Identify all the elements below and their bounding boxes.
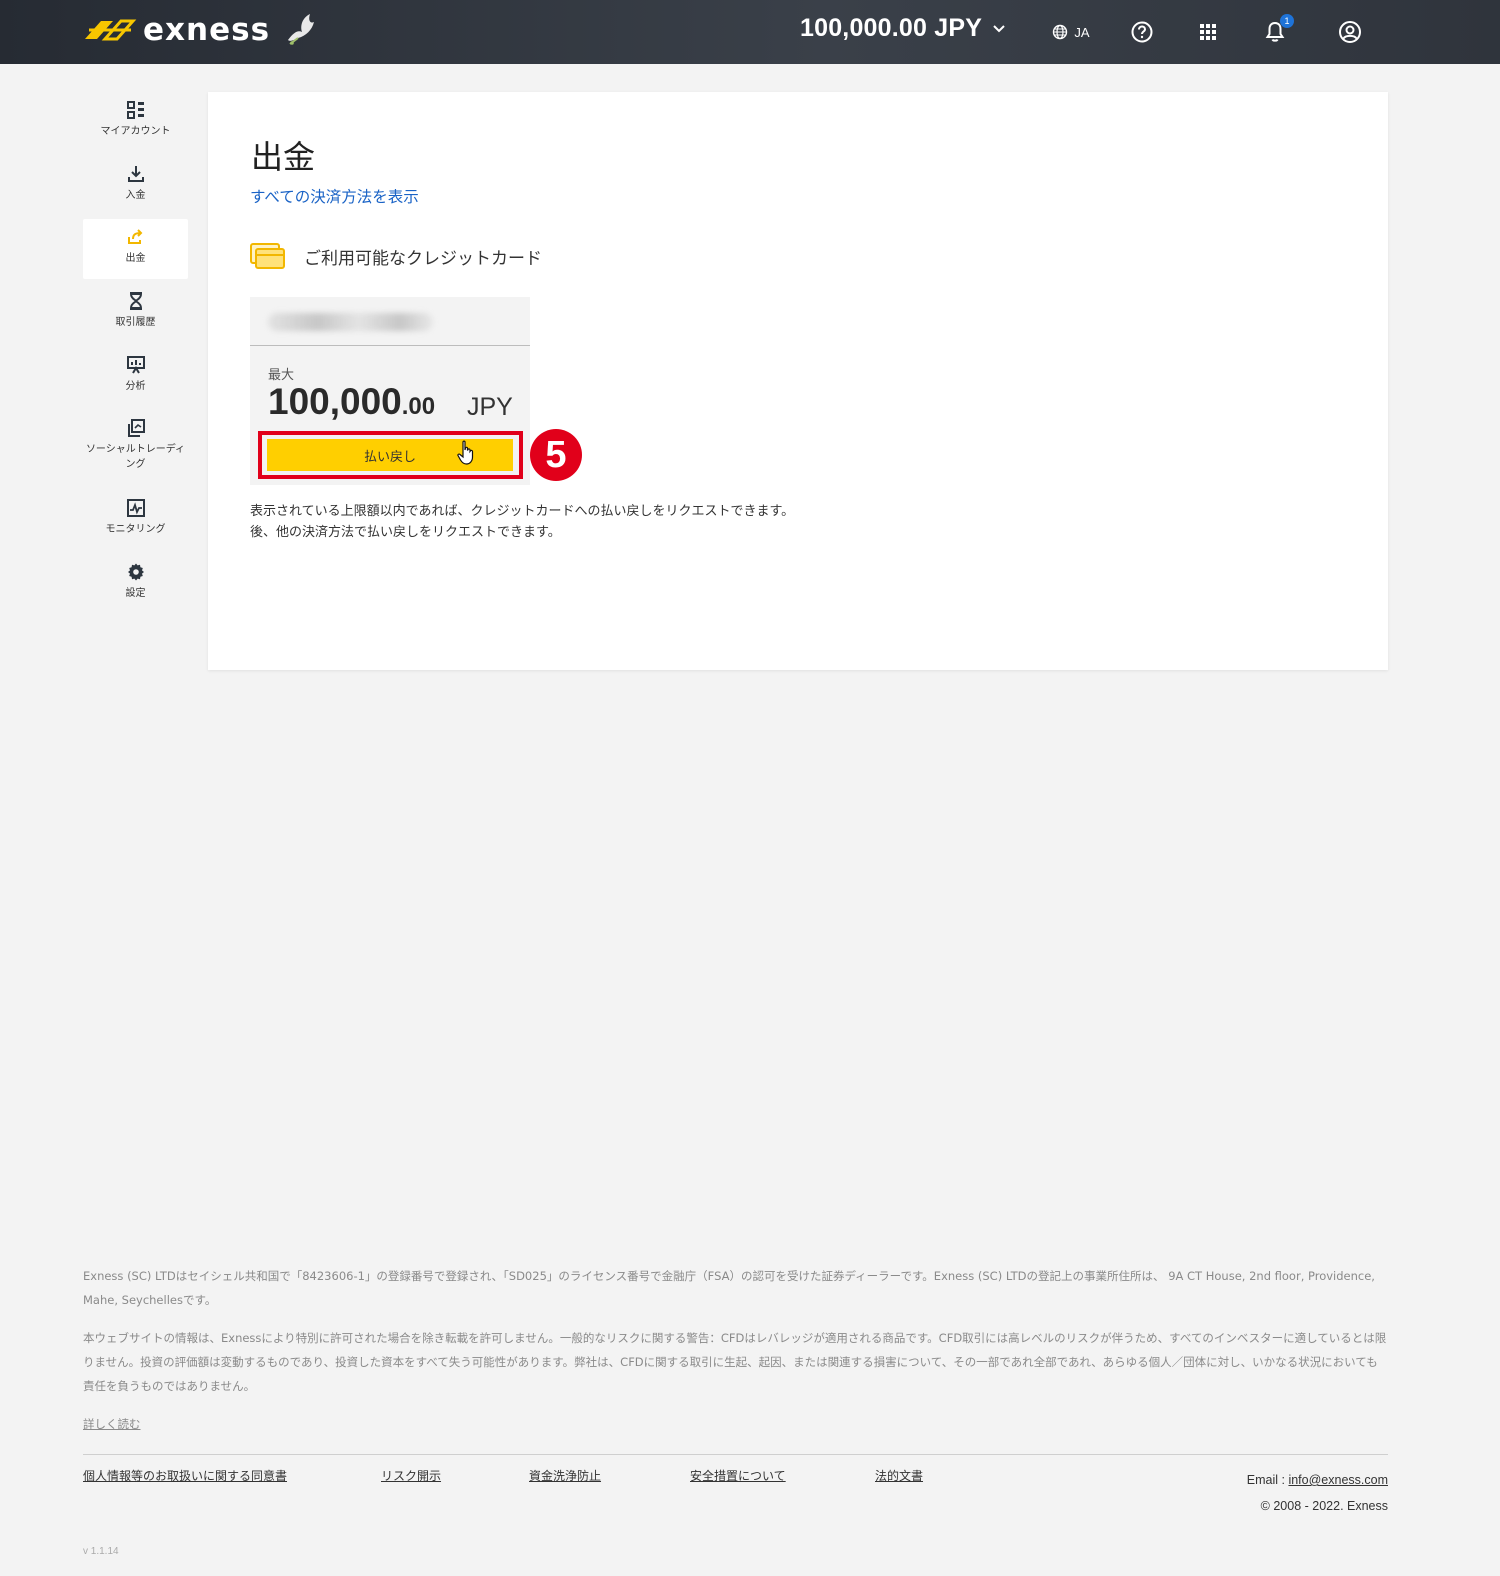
withdrawal-panel: 出金 すべての決済方法を表示 ご利用可能なクレジットカード 最大 100,000… <box>208 92 1388 670</box>
exness-logo-icon <box>85 19 137 41</box>
amount-integer: 100,000 <box>268 381 402 422</box>
version-label: v 1.1.14 <box>83 1546 119 1557</box>
copyright: © 2008 - 2022. Exness <box>1260 1499 1388 1513</box>
card-number-row <box>250 297 530 346</box>
amount-decimal: .00 <box>401 393 436 420</box>
sidebar-item-label: 設定 <box>125 588 146 599</box>
footer-contact: Email : info@exness.com © 2008 - 2022. E… <box>1247 1467 1388 1519</box>
grid-icon <box>1200 24 1216 40</box>
show-all-methods-link[interactable]: すべての決済方法を表示 <box>250 185 419 207</box>
step-number-badge: 5 <box>530 429 582 481</box>
masked-card-number <box>268 313 433 331</box>
sidebar-item-my-account[interactable]: マイアカウント <box>83 92 188 152</box>
account-balance-selector[interactable]: 100,000.00 JPY <box>800 14 1006 43</box>
available-cards-heading: ご利用可能なクレジットカード <box>250 242 542 270</box>
page-title: 出金 <box>251 138 316 176</box>
profile-button[interactable] <box>1336 18 1364 46</box>
credit-card-method: 最大 100,000.00 JPY 払い戻し <box>250 297 530 485</box>
help-button[interactable] <box>1128 18 1156 46</box>
footer-divider <box>83 1454 1388 1455</box>
gear-icon <box>126 562 146 582</box>
available-cards-label: ご利用可能なクレジットカード <box>304 248 542 269</box>
privacy-consent-link[interactable]: 個人情報等のお取扱いに関する同意書 <box>83 1467 287 1484</box>
notification-badge: 1 <box>1280 14 1294 28</box>
risk-disclosure-link[interactable]: リスク開示 <box>381 1467 441 1484</box>
sidebar-item-label: 分析 <box>125 381 146 392</box>
refund-info-text: 表示されている上限額以内であれば、クレジットカードへの払い戻しをリクエストできま… <box>250 501 794 543</box>
help-icon <box>1131 21 1153 43</box>
sidebar: マイアカウント 入金 出金 取引履歴 分析 ソーシャルトレーディング モニタリン… <box>83 92 188 614</box>
sidebar-item-deposit[interactable]: 入金 <box>83 156 188 216</box>
presentation-chart-icon <box>126 355 146 375</box>
sidebar-item-label: モニタリング <box>105 524 166 535</box>
read-more-link[interactable]: 詳しく読む <box>83 1412 141 1436</box>
withdraw-icon <box>126 227 146 247</box>
sidebar-item-settings[interactable]: 設定 <box>83 554 188 614</box>
dove-icon <box>288 14 315 45</box>
hourglass-icon <box>126 291 146 311</box>
user-circle-icon <box>1339 21 1361 43</box>
notifications-button[interactable]: 1 <box>1261 14 1294 46</box>
sidebar-item-social-trading[interactable]: ソーシャルトレーディング <box>83 410 188 490</box>
email-link[interactable]: info@exness.com <box>1288 1473 1388 1487</box>
sidebar-item-label: マイアカウント <box>100 126 171 137</box>
footer-disclaimer: Exness (SC) LTDはセイシェル共和国で「8423606-1」の登録番… <box>83 1264 1388 1436</box>
max-amount: 100,000.00 <box>268 381 435 423</box>
currency-code: JPY <box>467 393 513 421</box>
download-icon <box>126 164 146 184</box>
legal-documents-link[interactable]: 法的文書 <box>875 1467 923 1484</box>
info-line-1: 表示されている上限額以内であれば、クレジットカードへの払い戻しをリクエストできま… <box>250 504 795 519</box>
sidebar-item-monitoring[interactable]: モニタリング <box>83 490 188 550</box>
apps-button[interactable] <box>1194 18 1222 46</box>
copy-icon <box>126 418 146 438</box>
email-label: Email : <box>1246 1473 1289 1487</box>
credit-cards-icon <box>250 243 285 269</box>
chevron-down-icon <box>993 24 1005 32</box>
company-registration-text: Exness (SC) LTDはセイシェル共和国で「8423606-1」の登録番… <box>83 1269 1375 1307</box>
sidebar-item-withdrawal[interactable]: 出金 <box>83 219 188 279</box>
aml-link[interactable]: 資金洗浄防止 <box>529 1467 601 1484</box>
exness-logo[interactable]: exness <box>83 12 320 48</box>
dashboard-icon <box>126 100 146 120</box>
monitor-chart-icon <box>126 498 146 518</box>
risk-warning-text: 本ウェブサイトの情報は、Exnessにより特別に許可された場合を除き転載を許可し… <box>83 1331 1387 1393</box>
sidebar-item-history[interactable]: 取引履歴 <box>83 283 188 343</box>
top-bar: exness 100,000.00 JPY JA 1 <box>0 0 1500 64</box>
sidebar-item-label: 入金 <box>125 190 146 201</box>
info-line-2: 後、他の決済方法で払い戻しをリクエストできます。 <box>250 525 561 540</box>
globe-icon <box>1053 24 1068 40</box>
highlight-frame: 払い戻し <box>258 431 523 479</box>
language-selector[interactable]: JA <box>1047 18 1095 46</box>
sidebar-item-label: 出金 <box>125 253 146 264</box>
balance-value: 100,000.00 JPY <box>800 14 983 42</box>
safety-measures-link[interactable]: 安全措置について <box>690 1467 786 1484</box>
hand-cursor-icon <box>457 440 474 465</box>
brand-name: exness <box>143 12 271 48</box>
sidebar-item-analytics[interactable]: 分析 <box>83 347 188 407</box>
language-code: JA <box>1074 24 1090 40</box>
sidebar-item-label: 取引履歴 <box>115 317 156 328</box>
sidebar-item-label: ソーシャルトレーディング <box>85 444 186 470</box>
